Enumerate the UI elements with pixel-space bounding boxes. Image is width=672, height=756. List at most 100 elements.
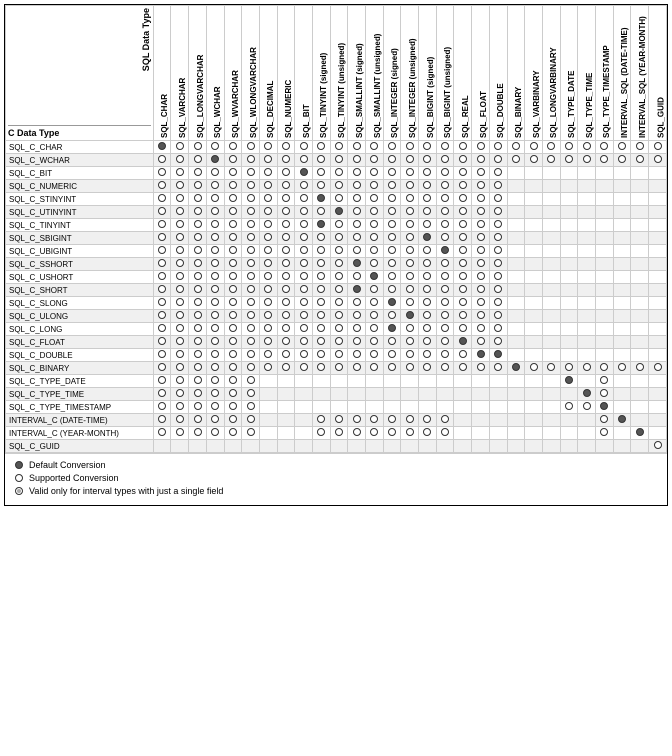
cell (560, 414, 578, 427)
cell (383, 323, 401, 336)
table-row: SQL_C_CHAR (6, 141, 667, 154)
supported-dot (353, 428, 361, 436)
cell (489, 362, 507, 375)
supported-dot (176, 337, 184, 345)
cell (560, 297, 578, 310)
cell (259, 336, 277, 349)
cell (472, 167, 490, 180)
cell (259, 284, 277, 297)
cell (489, 310, 507, 323)
supported-dot (600, 142, 608, 150)
supported-dot (264, 272, 272, 280)
supported-dot (423, 220, 431, 228)
cell (259, 310, 277, 323)
cell (259, 440, 277, 453)
supported-dot (388, 415, 396, 423)
cell (242, 310, 260, 323)
cell (401, 206, 419, 219)
cell (595, 297, 613, 310)
cell (224, 167, 242, 180)
row-label: SQL_C_TYPE_TIMESTAMP (6, 401, 154, 414)
cell (330, 206, 348, 219)
cell (542, 180, 560, 193)
cell (277, 336, 295, 349)
supported-dot (353, 324, 361, 332)
cell (259, 401, 277, 414)
cell (401, 388, 419, 401)
cell (366, 401, 384, 414)
supported-dot (636, 363, 644, 371)
supported-dot (176, 311, 184, 319)
cell (401, 375, 419, 388)
cell (295, 336, 313, 349)
cell (436, 180, 454, 193)
supported-dot (300, 311, 308, 319)
cell (242, 284, 260, 297)
cell (613, 349, 631, 362)
cell (507, 180, 525, 193)
cell (330, 336, 348, 349)
cell (171, 154, 189, 167)
cell (277, 141, 295, 154)
supported-dot (211, 194, 219, 202)
cell (153, 258, 171, 271)
supported-dot (176, 168, 184, 176)
supported-dot (370, 311, 378, 319)
cell (401, 193, 419, 206)
cell (489, 349, 507, 362)
supported-dot (406, 233, 414, 241)
default-dot (583, 389, 591, 397)
supported-dot (494, 324, 502, 332)
cell (171, 297, 189, 310)
cell (366, 167, 384, 180)
cell (613, 245, 631, 258)
cell (348, 427, 366, 440)
cell (472, 180, 490, 193)
cell (259, 388, 277, 401)
cell (613, 232, 631, 245)
supported-dot (583, 363, 591, 371)
cell (489, 414, 507, 427)
cell (330, 180, 348, 193)
cell (507, 154, 525, 167)
cell (189, 284, 207, 297)
cell (277, 310, 295, 323)
supported-dot (441, 337, 449, 345)
cell (578, 141, 596, 154)
cell (560, 167, 578, 180)
supported-dot (158, 233, 166, 241)
supported-dot (229, 350, 237, 358)
cell (560, 440, 578, 453)
supported-dot (388, 311, 396, 319)
cell (348, 232, 366, 245)
table-row: SQL_C_USHORT (6, 271, 667, 284)
default-dot (423, 233, 431, 241)
cell (383, 297, 401, 310)
cell (578, 427, 596, 440)
cell (242, 440, 260, 453)
row-label: SQL_C_SSHORT (6, 258, 154, 271)
supported-dot (158, 311, 166, 319)
supported-dot (264, 155, 272, 163)
cell (171, 258, 189, 271)
supported-dot (370, 207, 378, 215)
cell (631, 427, 649, 440)
supported-dot (300, 272, 308, 280)
supported-dot (477, 155, 485, 163)
cell (330, 167, 348, 180)
supported-dot (406, 363, 414, 371)
supported-dot (370, 298, 378, 306)
cell (489, 284, 507, 297)
supported-dot (459, 142, 467, 150)
cell (295, 154, 313, 167)
table-row: SQL_C_TINYINT (6, 219, 667, 232)
cell (454, 323, 472, 336)
cell (560, 193, 578, 206)
cell (277, 193, 295, 206)
cell (330, 375, 348, 388)
supported-dot (247, 415, 255, 423)
cell (277, 219, 295, 232)
cell (153, 362, 171, 375)
cell (542, 349, 560, 362)
supported-dot (423, 363, 431, 371)
